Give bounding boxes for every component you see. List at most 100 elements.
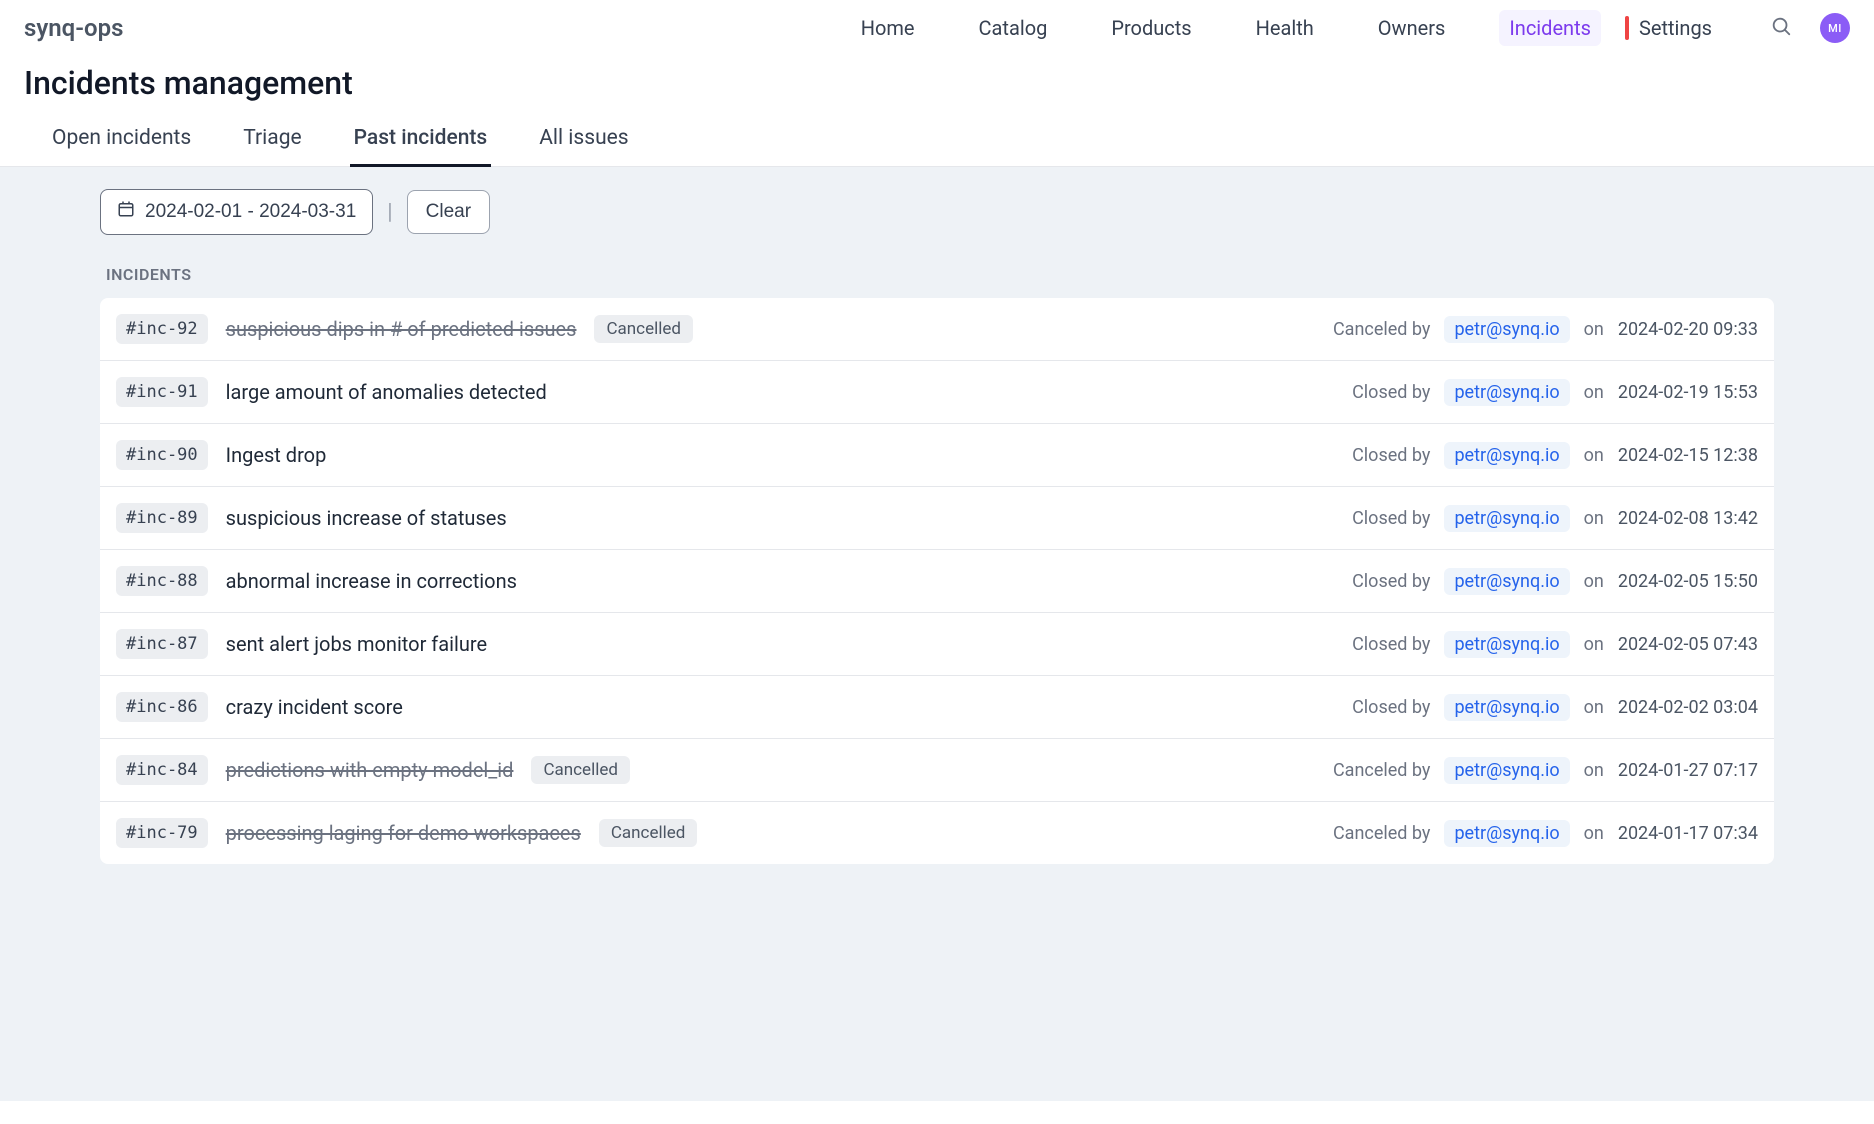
incident-row[interactable]: #inc-79processing laging for demo worksp… [100,802,1774,864]
search-icon[interactable] [1770,15,1792,41]
user-chip[interactable]: petr@synq.io [1444,694,1569,721]
main-nav: Home Catalog Products Health Owners Incidents [851,10,1601,46]
incident-title: suspicious increase of statuses [226,506,507,530]
user-chip[interactable]: petr@synq.io [1444,316,1569,343]
incident-id-badge: #inc-88 [116,566,208,596]
on-label: on [1584,508,1604,529]
incident-id-badge: #inc-89 [116,503,208,533]
nav-item-health[interactable]: Health [1246,10,1324,46]
status-pill: Cancelled [594,315,692,343]
on-label: on [1584,697,1604,718]
avatar[interactable]: MI [1820,13,1850,43]
incident-meta: Closed by petr@synq.io on 2024-02-02 03:04 [1352,694,1758,721]
date-range-label: 2024-02-01 - 2024-03-31 [145,201,356,223]
tab-past-incidents[interactable]: Past incidents [350,114,492,167]
page-title: Incidents management [0,56,1874,114]
status-pill: Cancelled [599,819,697,847]
status-pill: Cancelled [531,756,629,784]
user-chip[interactable]: petr@synq.io [1444,820,1569,847]
action-label: Closed by [1352,697,1430,718]
nav-item-catalog[interactable]: Catalog [969,10,1058,46]
action-label: Closed by [1352,634,1430,655]
incident-row[interactable]: #inc-91 large amount of anomalies detecte… [100,361,1774,424]
incident-meta: Closed by petr@synq.io on 2024-02-05 15:50 [1352,568,1758,595]
tab-all-issues[interactable]: All issues [535,114,632,167]
topbar: synq-ops Home Catalog Products Health Owners… [0,0,1874,56]
filter-separator: | [387,200,392,225]
incident-row[interactable]: #inc-92 suspicious dips in # of predicted… [100,298,1774,361]
section-label: INCIDENTS [106,265,1774,284]
incident-title: suspicious dips in # of predicted issues [226,317,577,341]
incident-row[interactable]: #inc-88 abnormal increase in corrections C… [100,550,1774,613]
content-area: 2024-02-01 - 2024-03-31 | Clear INCIDENT… [0,167,1874,1101]
incident-title: sent alert jobs monitor failure [226,632,487,656]
timestamp: 2024-02-20 09:33 [1618,319,1758,340]
action-label: Closed by [1352,508,1430,529]
action-label: Canceled by [1333,319,1430,340]
user-chip[interactable]: petr@synq.io [1444,379,1569,406]
user-chip[interactable]: petr@synq.io [1444,631,1569,658]
on-label: on [1584,760,1604,781]
tab-triage[interactable]: Triage [239,114,305,167]
action-label: Canceled by [1333,823,1430,844]
incident-title: Ingest drop [226,443,327,467]
nav-settings[interactable]: Settings [1629,10,1722,46]
user-chip[interactable]: petr@synq.io [1444,505,1569,532]
incident-row[interactable]: #inc-87 sent alert jobs monitor failure Cl… [100,613,1774,676]
timestamp: 2024-02-02 03:04 [1618,697,1758,718]
incident-row[interactable]: #inc-89 suspicious increase of statuses Cl… [100,487,1774,550]
incident-title: predictions with empty model_id [226,758,514,782]
brand-logo[interactable]: synq-ops [24,14,123,42]
user-chip[interactable]: petr@synq.io [1444,568,1569,595]
incident-meta: Closed by petr@synq.io on 2024-02-15 12:38 [1352,442,1758,469]
incident-title: large amount of anomalies detected [226,380,547,404]
incident-id-badge: #inc-91 [116,377,208,407]
calendar-icon [117,200,135,224]
timestamp: 2024-01-17 07:34 [1618,823,1758,844]
timestamp: 2024-02-05 15:50 [1618,571,1758,592]
user-chip[interactable]: petr@synq.io [1444,442,1569,469]
on-label: on [1584,634,1604,655]
action-label: Closed by [1352,445,1430,466]
incident-id-badge: #inc-87 [116,629,208,659]
incident-meta: Closed by petr@synq.io on 2024-02-19 15:53 [1352,379,1758,406]
on-label: on [1584,445,1604,466]
filter-row: 2024-02-01 - 2024-03-31 | Clear [100,189,1774,235]
timestamp: 2024-02-05 07:43 [1618,634,1758,655]
date-range-button[interactable]: 2024-02-01 - 2024-03-31 [100,189,373,235]
user-chip[interactable]: petr@synq.io [1444,757,1569,784]
timestamp: 2024-02-19 15:53 [1618,382,1758,403]
nav-item-owners[interactable]: Owners [1368,10,1456,46]
timestamp: 2024-02-15 12:38 [1618,445,1758,466]
incident-id-badge: #inc-84 [116,755,208,785]
incident-row[interactable]: #inc-90 Ingest drop Closed by petr@synq.io o… [100,424,1774,487]
incident-id-badge: #inc-86 [116,692,208,722]
incident-row[interactable]: #inc-84 predictions with empty model_id Ca… [100,739,1774,802]
on-label: on [1584,823,1604,844]
tabs: Open incidents Triage Past incidents All is… [0,114,1874,167]
incident-id-badge: #inc-90 [116,440,208,470]
nav-item-products[interactable]: Products [1101,10,1201,46]
incident-row[interactable]: #inc-86 crazy incident score Closed by petr… [100,676,1774,739]
timestamp: 2024-01-27 07:17 [1618,760,1758,781]
incident-meta: Canceled by petr@synq.io on 2024-01-17 07:3… [1333,820,1758,847]
on-label: on [1584,382,1604,403]
incident-title: crazy incident score [226,695,403,719]
on-label: on [1584,571,1604,592]
action-label: Closed by [1352,382,1430,403]
on-label: on [1584,319,1604,340]
incident-meta: Closed by petr@synq.io on 2024-02-05 07:43 [1352,631,1758,658]
incident-id-badge: #inc-92 [116,314,208,344]
incident-id-badge: #inc-79 [116,818,208,848]
incident-meta: Canceled by petr@synq.io on 2024-02-20 09:3… [1333,316,1758,343]
nav-item-home[interactable]: Home [851,10,925,46]
action-label: Closed by [1352,571,1430,592]
incident-title: abnormal increase in corrections [226,569,517,593]
incident-meta: Closed by petr@synq.io on 2024-02-08 13:42 [1352,505,1758,532]
nav-item-incidents[interactable]: Incidents [1499,10,1601,46]
clear-button[interactable]: Clear [407,190,490,234]
tab-open-incidents[interactable]: Open incidents [48,114,195,167]
incident-meta: Canceled bypetr@synq.ioon2024-01-27 07:1… [1333,757,1758,784]
timestamp: 2024-02-08 13:42 [1618,508,1758,529]
incident-list: #inc-92 suspicious dips in # of predicted… [100,298,1774,864]
